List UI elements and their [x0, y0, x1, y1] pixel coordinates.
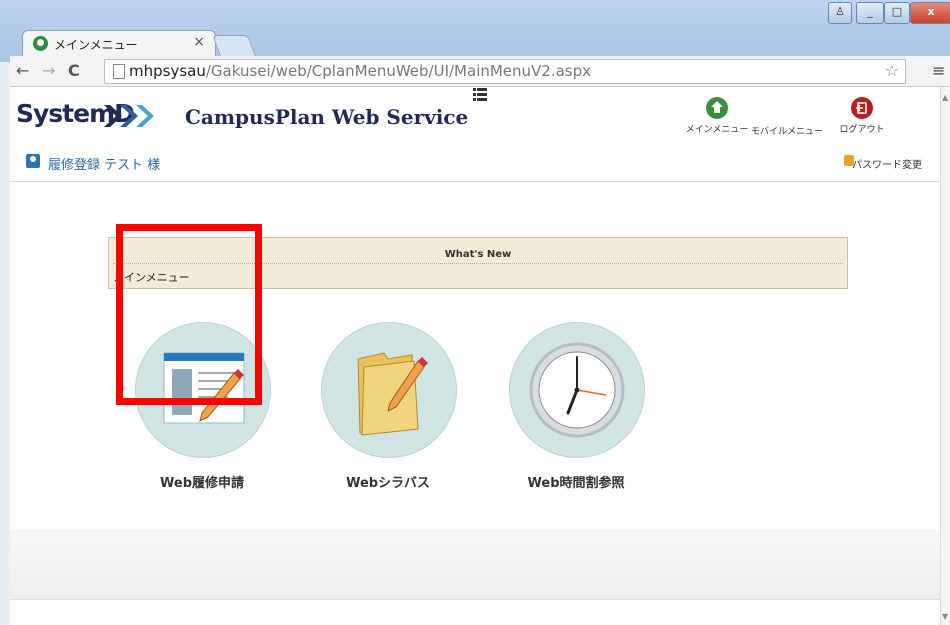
browser-toolbar: ← → C mhpsysau/Gakusei/web/CplanMenuWeb/… [10, 56, 950, 87]
tile-web-timetable[interactable]: Web時間割参照 [509, 322, 645, 497]
scroll-up-icon[interactable]: ▲ [942, 93, 948, 102]
browser-tab[interactable]: ● メインメニュー × [22, 30, 216, 57]
folder-pencil-icon [357, 352, 428, 436]
tab-close-icon[interactable]: × [193, 34, 205, 50]
maximize-button[interactable]: □ [884, 2, 910, 24]
bookmark-star-icon[interactable]: ☆ [885, 61, 899, 80]
address-bar[interactable]: mhpsysau/Gakusei/web/CplanMenuWeb/UI/Mai… [104, 59, 906, 84]
logout-button[interactable]: ログアウト [835, 97, 889, 135]
tab-title: メインメニュー [54, 38, 138, 52]
user-profile-icon[interactable]: ♙ [828, 2, 852, 24]
minimize-button[interactable]: _ [856, 2, 884, 24]
vertical-scrollbar[interactable]: ▲ ▼ [940, 87, 950, 625]
favicon-icon: ● [33, 36, 48, 51]
logout-icon [851, 97, 873, 119]
reload-button[interactable]: C [68, 61, 80, 80]
new-tab-button[interactable] [212, 35, 256, 56]
footer-band [10, 529, 940, 599]
user-bar: 履修登録 テスト 様 パスワード変更 [10, 145, 940, 182]
back-button[interactable]: ← [16, 61, 29, 80]
change-password-link[interactable]: パスワード変更 [852, 156, 922, 171]
clock-icon [529, 342, 625, 438]
tile-label: Webシラバス [346, 476, 430, 491]
main-menu-label: メインメニュー [685, 125, 749, 135]
tile-web-syllabus[interactable]: Webシラバス [321, 322, 457, 497]
main-menu-button[interactable]: メインメニュー [682, 97, 752, 135]
page-icon [113, 64, 125, 79]
close-window-button[interactable]: x [910, 2, 950, 24]
url-path: /Gakusei/web/CplanMenuWeb/UI/MainMenuV2.… [205, 62, 592, 80]
logo-arrows-icon [104, 105, 154, 127]
tile-circle [509, 322, 645, 458]
browser-menu-icon[interactable]: ≡ [932, 61, 945, 80]
mobile-menu-label: モバイルメニュー [750, 127, 823, 137]
list-menu-icon[interactable] [473, 87, 487, 101]
user-icon [26, 154, 40, 168]
url-text: mhpsysau/Gakusei/web/CplanMenuWeb/UI/Mai… [129, 62, 591, 80]
home-icon [706, 97, 728, 119]
selection-highlight-box [116, 224, 262, 405]
user-name-text: 履修登録 テスト 様 [48, 158, 161, 173]
forward-button[interactable]: → [42, 61, 55, 80]
service-name: CampusPlan Web Service [185, 105, 469, 129]
site-header: SystemD CampusPlan Web Service メインメニュー モ… [10, 87, 940, 145]
mobile-menu-link[interactable]: モバイルメニュー [749, 121, 825, 137]
tile-label: Web時間割参照 [527, 476, 625, 491]
tile-circle [321, 322, 457, 458]
browser-titlebar: ● メインメニュー × ♙ _ □ x [0, 0, 950, 62]
url-host: mhpsysau [129, 62, 206, 80]
footer-bottom [10, 599, 940, 625]
scroll-down-icon[interactable]: ▼ [942, 612, 948, 621]
logout-label: ログアウト [839, 125, 885, 135]
tile-label: Web履修申請 [160, 476, 244, 491]
